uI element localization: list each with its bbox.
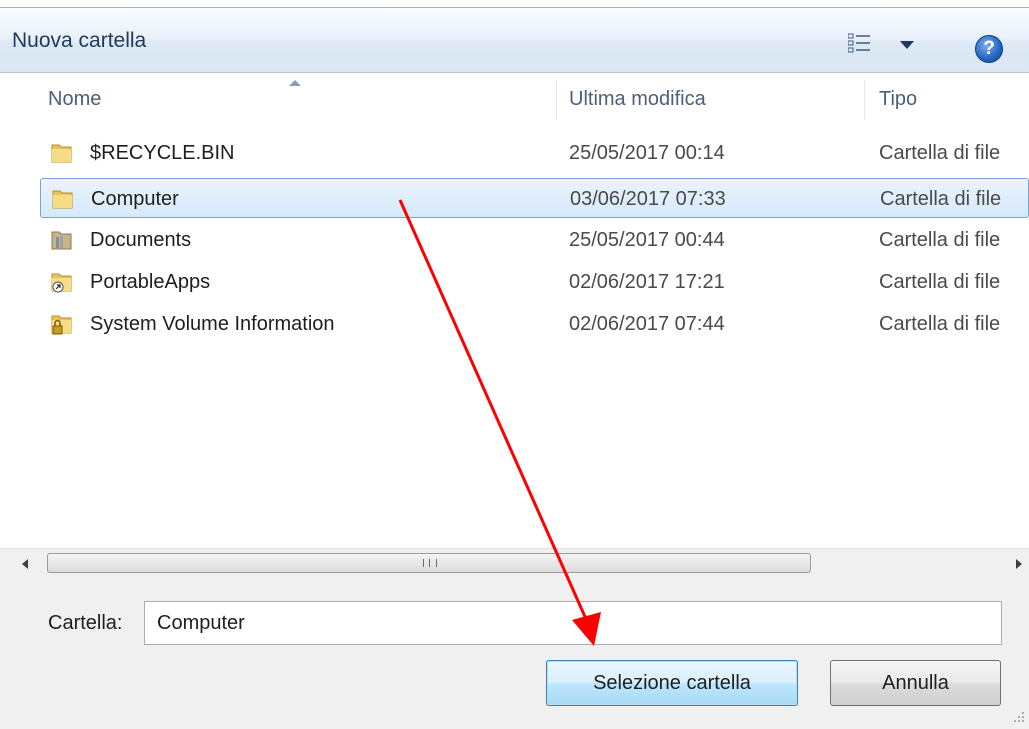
- change-view-button[interactable]: [840, 29, 926, 59]
- file-type: Cartella di file: [879, 229, 1001, 251]
- file-name: $RECYCLE.BIN: [90, 142, 235, 164]
- column-header-name[interactable]: Nome: [48, 74, 101, 124]
- file-modified: 02/06/2017 17:21: [569, 271, 725, 293]
- file-modified: 25/05/2017 00:44: [569, 229, 725, 251]
- file-type: Cartella di file: [879, 142, 1001, 164]
- file-name: PortableApps: [90, 271, 211, 293]
- dialog-footer: Cartella: Selezione cartella Annulla: [0, 578, 1029, 729]
- list-item[interactable]: $RECYCLE.BIN 25/05/2017 00:14 Cartella d…: [40, 133, 1029, 173]
- help-icon[interactable]: ?: [975, 35, 1003, 63]
- new-folder-button[interactable]: Nuova cartella: [8, 25, 150, 57]
- file-modified: 03/06/2017 07:33: [570, 188, 726, 210]
- column-divider[interactable]: [556, 80, 557, 120]
- grip-icon: [423, 559, 437, 567]
- file-modified: 25/05/2017 00:14: [569, 142, 725, 164]
- file-name: Documents: [90, 229, 192, 251]
- chevron-down-icon[interactable]: [900, 41, 914, 49]
- column-header-type[interactable]: Tipo: [879, 74, 917, 124]
- column-divider[interactable]: [864, 80, 865, 120]
- file-name: Computer: [91, 188, 179, 210]
- file-type: Cartella di file: [879, 313, 1001, 335]
- locked-folder-icon: [51, 315, 72, 335]
- folder-name-input[interactable]: [144, 601, 1002, 645]
- scroll-left-icon[interactable]: [22, 559, 28, 569]
- scroll-right-icon[interactable]: [1016, 559, 1022, 569]
- scrollbar-thumb[interactable]: [47, 553, 811, 573]
- folder-label: Cartella:: [48, 612, 123, 634]
- library-folder-icon: [51, 231, 72, 250]
- list-item[interactable]: Documents 25/05/2017 00:44 Cartella di f…: [40, 220, 1029, 260]
- column-header-modified[interactable]: Ultima modifica: [569, 74, 706, 124]
- list-item[interactable]: System Volume Information 02/06/2017 07:…: [40, 304, 1029, 344]
- file-type: Cartella di file: [879, 271, 1001, 293]
- resize-grip-icon[interactable]: [1012, 710, 1026, 724]
- column-header-row: Nome Ultima modifica Tipo: [0, 74, 1029, 124]
- list-item-selected[interactable]: Computer 03/06/2017 07:33 Cartella di fi…: [40, 178, 1029, 218]
- folder-icon: [51, 144, 72, 163]
- toolbar: Nuova cartella ?: [0, 9, 1029, 73]
- file-list[interactable]: Nome Ultima modifica Tipo $RECYCLE.BIN 2…: [0, 74, 1029, 548]
- shortcut-folder-icon: [51, 273, 72, 293]
- horizontal-scrollbar[interactable]: [0, 548, 1029, 578]
- file-type: Cartella di file: [880, 188, 1002, 210]
- file-name: System Volume Information: [90, 313, 335, 335]
- file-modified: 02/06/2017 07:44: [569, 313, 725, 335]
- select-folder-button[interactable]: Selezione cartella: [546, 660, 798, 706]
- view-details-icon: [848, 33, 870, 53]
- folder-icon: [52, 190, 73, 209]
- list-item[interactable]: PortableApps 02/06/2017 17:21 Cartella d…: [40, 262, 1029, 302]
- window-top-edge: [0, 0, 1029, 8]
- cancel-button[interactable]: Annulla: [830, 660, 1001, 706]
- sort-ascending-icon: [289, 80, 301, 86]
